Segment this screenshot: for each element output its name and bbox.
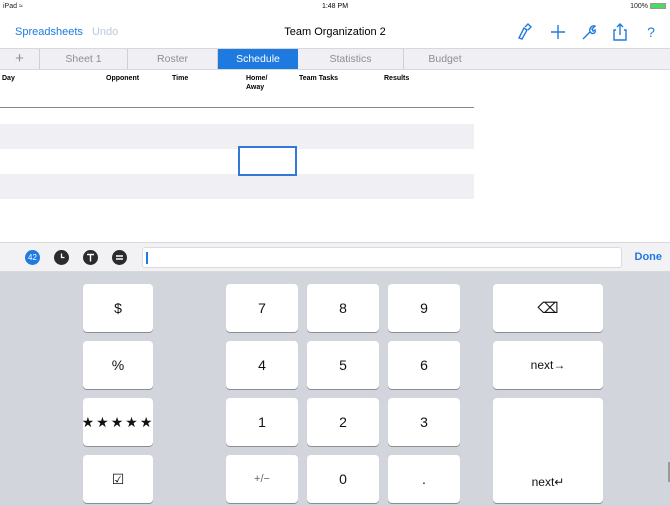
tab-roster[interactable]: Roster [128, 49, 218, 69]
key-7[interactable]: 7 [226, 284, 298, 332]
sign-toggle-key[interactable]: +/− [226, 455, 298, 503]
column-header-day[interactable]: Day [2, 74, 15, 83]
column-header-time[interactable]: Time [172, 74, 188, 83]
decimal-key[interactable]: . [388, 455, 460, 503]
tab-statistics[interactable]: Statistics [298, 49, 404, 69]
key-6[interactable]: 6 [388, 341, 460, 389]
column-header-team-tasks[interactable]: Team Tasks [299, 74, 338, 83]
key-2[interactable]: 2 [307, 398, 379, 446]
currency-key[interactable]: $ [83, 284, 153, 332]
spreadsheet-area[interactable]: Day Opponent Time Home/ Away Team Tasks … [0, 70, 670, 242]
help-icon[interactable]: ? [642, 22, 660, 42]
key-5[interactable]: 5 [307, 341, 379, 389]
key-9[interactable]: 9 [388, 284, 460, 332]
percent-key[interactable]: % [83, 341, 153, 389]
battery-indicator: 100% [630, 3, 666, 10]
key-0[interactable]: 0 [307, 455, 379, 503]
equals-icon[interactable] [112, 250, 127, 265]
cell-input-field[interactable] [142, 247, 622, 268]
star-rating-key[interactable]: ★★★★★ [82, 398, 153, 446]
clock-icon[interactable] [54, 250, 69, 265]
checkbox-key[interactable]: ☑ [83, 455, 153, 503]
next-right-key[interactable]: next→ [493, 341, 603, 389]
table-row[interactable] [0, 149, 474, 174]
navigation-bar: Spreadsheets Undo Team Organization 2 ? [0, 14, 670, 48]
battery-icon [650, 3, 666, 9]
text-icon[interactable] [83, 250, 98, 265]
numeric-keyboard: $ % ★★★★★ ☑ 7 8 9 4 5 6 1 2 3 +/− 0 . ⌫ … [0, 272, 670, 506]
backspace-icon: ⌫ [537, 300, 559, 317]
table-row[interactable] [0, 199, 474, 224]
next-return-key[interactable]: next↵ [493, 398, 603, 503]
input-bar: 42 Done [0, 242, 670, 272]
wrench-icon[interactable] [580, 22, 598, 42]
column-header-home-away[interactable]: Home/ Away [246, 74, 276, 92]
tab-sheet-1[interactable]: Sheet 1 [40, 49, 128, 69]
key-8[interactable]: 8 [307, 284, 379, 332]
plus-icon[interactable] [549, 22, 567, 42]
key-1[interactable]: 1 [226, 398, 298, 446]
key-3[interactable]: 3 [388, 398, 460, 446]
delete-key[interactable]: ⌫ [493, 284, 603, 332]
table-row[interactable] [0, 174, 474, 199]
checkbox-icon: ☑ [111, 470, 125, 487]
tab-schedule[interactable]: Schedule [218, 49, 298, 69]
selected-cell[interactable] [238, 146, 297, 176]
done-button[interactable]: Done [635, 251, 663, 263]
table-row[interactable] [0, 124, 474, 149]
clock: 1:48 PM [321, 3, 349, 10]
add-sheet-button[interactable]: + [0, 49, 40, 69]
key-4[interactable]: 4 [226, 341, 298, 389]
text-caret [146, 252, 148, 264]
share-icon[interactable] [611, 22, 629, 42]
sign-toggle-label: +/− [254, 473, 270, 485]
column-header-results[interactable]: Results [384, 74, 409, 83]
sheet-tab-bar: + Sheet 1 Roster Schedule Statistics Bud… [0, 48, 670, 70]
brush-icon[interactable] [516, 22, 534, 42]
number-format-button[interactable]: 42 [25, 250, 40, 265]
tab-budget[interactable]: Budget [404, 49, 486, 69]
column-header-opponent[interactable]: Opponent [106, 74, 139, 83]
status-bar: iPad ≈ 1:48 PM 100% [0, 0, 670, 14]
